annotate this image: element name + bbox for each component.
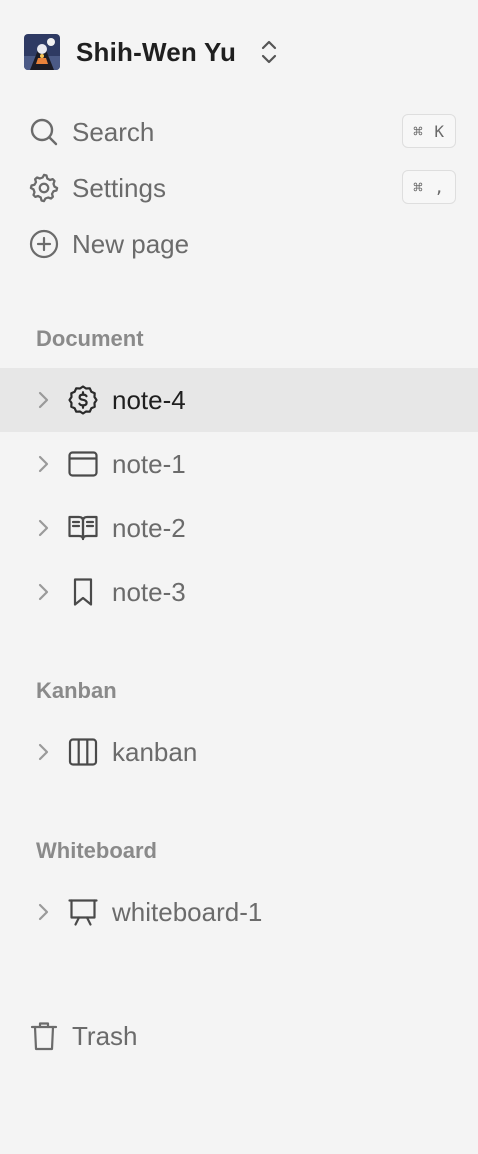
- tree-item-note-2[interactable]: note-2: [0, 496, 478, 560]
- dollar-circle-icon: [66, 383, 100, 417]
- chevron-right-icon[interactable]: [32, 517, 54, 539]
- browser-window-icon: [66, 447, 100, 481]
- new-page-label: New page: [72, 228, 190, 259]
- search-icon: [28, 116, 60, 148]
- chevron-up-down-icon[interactable]: [258, 38, 280, 66]
- tree-item-label: note-3: [112, 576, 186, 607]
- tree-item-kanban[interactable]: kanban: [0, 720, 478, 784]
- tree-item-label: kanban: [112, 736, 198, 767]
- tree-item-whiteboard-1[interactable]: whiteboard-1: [0, 880, 478, 944]
- settings-button[interactable]: Settings ⌘ ,: [28, 166, 456, 210]
- chevron-right-icon[interactable]: [32, 741, 54, 763]
- workspace-switcher[interactable]: Shih-Wen Yu: [24, 32, 280, 72]
- search-label: Search: [72, 116, 155, 147]
- tree-item-label: note-1: [112, 448, 186, 479]
- section-title-kanban: Kanban: [36, 678, 117, 703]
- search-shortcut: ⌘ K: [402, 114, 456, 148]
- chevron-right-icon[interactable]: [32, 581, 54, 603]
- search-button[interactable]: Search ⌘ K: [28, 110, 456, 154]
- chevron-right-icon[interactable]: [32, 389, 54, 411]
- settings-shortcut: ⌘ ,: [402, 170, 456, 204]
- workspace-name: Shih-Wen Yu: [76, 36, 237, 67]
- tree-item-note-4[interactable]: note-4: [0, 368, 478, 432]
- presentation-board-icon: [66, 895, 100, 929]
- trash-label: Trash: [72, 1020, 138, 1051]
- tree-item-label: note-4: [112, 384, 186, 415]
- trash-icon: [28, 1020, 60, 1052]
- chevron-right-icon[interactable]: [32, 453, 54, 475]
- user-avatar: [24, 34, 60, 70]
- tree-item-note-1[interactable]: note-1: [0, 432, 478, 496]
- section-title-document: Document: [36, 326, 144, 351]
- sidebar: Shih-Wen Yu Search ⌘ K Settings ⌘ , New …: [0, 0, 478, 1154]
- tree-item-label: whiteboard-1: [112, 896, 263, 927]
- settings-label: Settings: [72, 172, 166, 203]
- bookmark-icon: [66, 575, 100, 609]
- tree-item-label: note-2: [112, 512, 186, 543]
- section-title-whiteboard: Whiteboard: [36, 838, 157, 863]
- tree-item-note-3[interactable]: note-3: [0, 560, 478, 624]
- chevron-right-icon[interactable]: [32, 901, 54, 923]
- plus-circle-icon: [28, 228, 60, 260]
- gear-icon: [28, 172, 60, 204]
- columns-icon: [66, 735, 100, 769]
- trash-button[interactable]: Trash: [28, 1014, 456, 1058]
- new-page-button[interactable]: New page: [28, 222, 456, 266]
- open-book-icon: [66, 511, 100, 545]
